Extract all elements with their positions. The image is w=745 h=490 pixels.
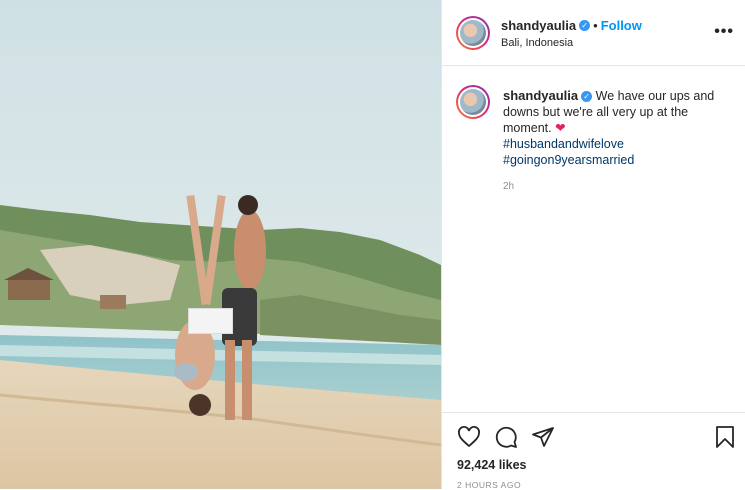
hashtag-link[interactable]: #goingon9yearsmarried: [503, 152, 723, 168]
post-image[interactable]: [0, 0, 441, 489]
post-side-panel: shandyaulia ✓ • Follow Bali, Indonesia ••• …: [441, 0, 745, 490]
hashtag-link[interactable]: #husbandandwifelove: [503, 136, 723, 152]
comment-icon[interactable]: [494, 425, 518, 449]
header-title-line: shandyaulia ✓ • Follow: [501, 17, 642, 35]
heart-emoji: ❤: [555, 121, 566, 135]
more-options-icon[interactable]: •••: [714, 23, 734, 41]
censor-box: [188, 308, 233, 334]
caption: shandyaulia ✓ We have our ups and downs b…: [503, 88, 723, 168]
verified-badge-icon: ✓: [581, 91, 593, 103]
verified-badge-icon: ✓: [579, 20, 591, 32]
location-link[interactable]: Bali, Indonesia: [501, 37, 573, 49]
caption-avatar[interactable]: [456, 85, 490, 119]
heart-icon[interactable]: [457, 425, 481, 449]
bookmark-icon[interactable]: [714, 425, 736, 449]
share-icon[interactable]: [531, 425, 555, 449]
avatar[interactable]: [456, 16, 490, 50]
follow-button[interactable]: Follow: [601, 18, 642, 33]
username-link[interactable]: shandyaulia: [501, 18, 576, 33]
post-header: shandyaulia ✓ • Follow Bali, Indonesia •••: [442, 0, 745, 66]
beach-photo: [0, 0, 441, 489]
separator-dot: •: [593, 18, 598, 33]
caption-time: 2h: [503, 181, 515, 192]
caption-username[interactable]: shandyaulia: [503, 88, 578, 103]
actions-bar: 92,424 likes 2 HOURS AGO: [442, 412, 745, 490]
likes-count[interactable]: 92,424 likes: [457, 458, 527, 472]
